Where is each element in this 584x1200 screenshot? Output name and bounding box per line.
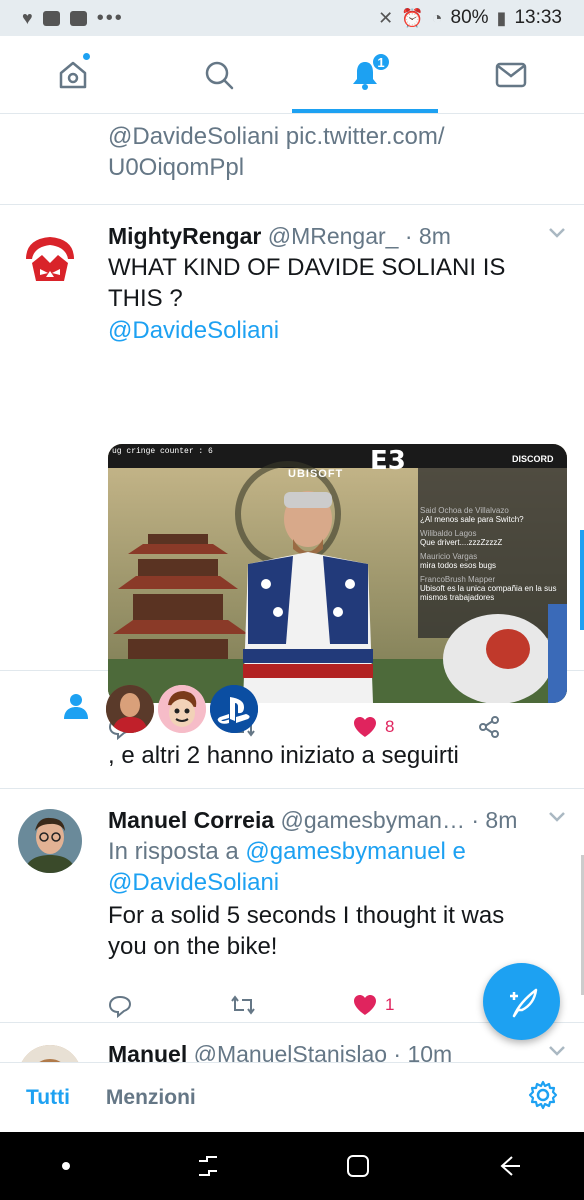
tweet-time: · 8m bbox=[404, 223, 451, 249]
tweet-header: MightyRengar @MRengar_ · 8m bbox=[108, 221, 564, 252]
facebook-icon bbox=[42, 10, 60, 26]
reply-context: In risposta a @gamesbymanuel e @DavideSo… bbox=[108, 836, 528, 898]
tweet-time: · 10m bbox=[393, 1041, 453, 1062]
wifi-icon: ◔ bbox=[431, 7, 443, 28]
avatar[interactable] bbox=[18, 229, 82, 293]
gallery-icon bbox=[69, 10, 87, 26]
ubisoft-logo: UBISOFT bbox=[288, 468, 344, 480]
author-handle[interactable]: @ManuelStanislao bbox=[194, 1041, 387, 1062]
more-notifications-icon: ••• bbox=[96, 6, 124, 29]
reply-mention[interactable]: @DavideSoliani bbox=[108, 869, 279, 896]
follow-text: , e altri 2 hanno iniziato a seguirti bbox=[108, 742, 459, 769]
chat-message: FrancoBrush Mapper Ubisoft es la unica co… bbox=[420, 575, 557, 602]
author-name[interactable]: MightyRengar bbox=[108, 223, 261, 249]
gear-icon bbox=[528, 1080, 558, 1109]
follower-avatar[interactable] bbox=[210, 685, 258, 733]
tab-mentions[interactable]: Menzioni bbox=[106, 1086, 196, 1110]
partial-tweet-text: @DavideSoliani pic.twitter.com/ U0OiqomP… bbox=[108, 121, 488, 183]
avatar-logo-image bbox=[18, 229, 82, 293]
alarm-icon: ⏰ bbox=[401, 7, 424, 28]
system-status: ✕ ⏰ ◔ 80% ▮ 13:33 bbox=[378, 7, 562, 29]
chevron-down-icon[interactable] bbox=[548, 811, 566, 823]
reply-mention[interactable]: @gamesbymanuel bbox=[245, 838, 445, 865]
tweet-header: Manuel Correia @gamesbyman… · 8m bbox=[108, 805, 564, 836]
tab-all[interactable]: Tutti bbox=[26, 1086, 70, 1110]
overlay-counter: ug cringe counter : 6 bbox=[112, 447, 213, 456]
screen: ♥ ••• ✕ ⏰ ◔ 80% ▮ 13:33 1 @DavideSoliani… bbox=[0, 0, 584, 1200]
tab-search[interactable] bbox=[146, 36, 292, 113]
partial-tweet[interactable]: @DavideSoliani pic.twitter.com/ U0OiqomP… bbox=[0, 115, 584, 205]
chat-message: Wilibaldo Lagos Que drivert....zzzZzzzZ bbox=[420, 529, 503, 547]
tweet-mightyrengar[interactable]: MightyRengar @MRengar_ · 8m WHAT KIND OF… bbox=[0, 205, 584, 740]
avatar[interactable] bbox=[18, 1045, 82, 1062]
partial-mention[interactable]: @DavideSoliani bbox=[108, 123, 279, 150]
reply-and: e bbox=[452, 838, 466, 865]
person-icon bbox=[64, 694, 88, 719]
follower-avatar[interactable] bbox=[158, 685, 206, 733]
chat-message: Said Ochoa de Villalvazo ¿Al menos sale p… bbox=[420, 506, 524, 524]
mail-icon bbox=[495, 62, 527, 87]
mute-icon: ✕ bbox=[378, 7, 394, 28]
compose-tweet-button[interactable] bbox=[483, 963, 560, 1040]
scrollbar-thumb[interactable] bbox=[580, 530, 584, 630]
compose-feather-icon bbox=[509, 988, 537, 1017]
follower-avatar[interactable] bbox=[106, 685, 154, 733]
tweet-time: · 8m bbox=[471, 807, 518, 833]
author-handle[interactable]: @MRengar_ bbox=[268, 223, 399, 249]
tweet-text: For a solid 5 seconds I thought it was y… bbox=[108, 902, 505, 960]
tab-messages[interactable] bbox=[438, 36, 584, 113]
tweet-actions: 1 bbox=[108, 994, 508, 1024]
reply-button[interactable] bbox=[108, 994, 132, 1018]
follow-notification[interactable]: , e altri 2 hanno iniziato a seguirti bbox=[0, 671, 584, 789]
author-handle[interactable]: @gamesbyman… bbox=[281, 807, 465, 833]
tab-home[interactable] bbox=[0, 36, 146, 113]
back-icon[interactable] bbox=[494, 1151, 524, 1181]
home-button-icon[interactable] bbox=[343, 1151, 373, 1181]
chevron-down-icon[interactable] bbox=[548, 227, 566, 239]
discord-logo: DISCORD bbox=[512, 454, 554, 464]
author-name[interactable]: Manuel bbox=[108, 1041, 187, 1062]
home-new-dot bbox=[83, 53, 90, 60]
home-icon bbox=[59, 61, 87, 88]
chevron-down-icon[interactable] bbox=[548, 1045, 566, 1057]
chat-overlay: Said Ochoa de Villalvazo ¿Al menos sale p… bbox=[420, 506, 565, 602]
recent-apps-icon[interactable] bbox=[193, 1151, 223, 1181]
follower-photo-image bbox=[106, 685, 154, 733]
tweet-text: WHAT KIND OF DAVIDE SOLIANI IS THIS ? bbox=[108, 254, 506, 312]
tweet-mention[interactable]: @DavideSoliani bbox=[108, 315, 279, 346]
search-icon bbox=[205, 61, 234, 89]
battery-icon: ▮ bbox=[496, 7, 507, 28]
heart-icon: ♥ bbox=[22, 7, 33, 28]
playstation-logo-image bbox=[210, 685, 258, 733]
author-name[interactable]: Manuel Correia bbox=[108, 807, 274, 833]
avatar[interactable] bbox=[18, 809, 82, 873]
notification-icons: ♥ ••• bbox=[22, 7, 124, 30]
chat-message: Mauricio Vargas mira todos esos bugs bbox=[420, 552, 497, 570]
settings-button[interactable] bbox=[528, 1080, 558, 1116]
notification-filter-tabs: Tutti Menzioni bbox=[0, 1062, 584, 1132]
dot-icon[interactable] bbox=[60, 1160, 72, 1172]
avatar-photo-image bbox=[18, 809, 82, 873]
system-nav-bar bbox=[0, 1132, 584, 1200]
retweet-icon bbox=[231, 995, 255, 1015]
clock: 13:33 bbox=[514, 7, 562, 28]
battery-level: 80% bbox=[450, 7, 489, 28]
like-button[interactable]: 1 bbox=[353, 994, 394, 1016]
reply-icon bbox=[108, 995, 132, 1018]
reply-prefix: In risposta a bbox=[108, 838, 239, 865]
status-bar: ♥ ••• ✕ ⏰ ◔ 80% ▮ 13:33 bbox=[0, 0, 584, 36]
tweet-header: Manuel @ManuelStanislao · 10m bbox=[108, 1039, 564, 1062]
e3-logo: E3 bbox=[370, 446, 406, 476]
notifications-feed[interactable]: @DavideSoliani pic.twitter.com/ U0OiqomP… bbox=[0, 115, 584, 1062]
heart-filled-icon bbox=[354, 995, 376, 1015]
like-count: 1 bbox=[385, 995, 395, 1014]
tweet-media-image[interactable]: ug cringe counter : 6 UBISOFT E3 DISCORD… bbox=[108, 444, 567, 703]
notifications-badge: 1 bbox=[371, 52, 391, 72]
top-nav: 1 bbox=[0, 36, 584, 114]
follower-cartoon-image bbox=[158, 685, 206, 733]
avatar-photo-image bbox=[18, 1045, 82, 1062]
retweet-button[interactable] bbox=[230, 994, 256, 1016]
tab-notifications[interactable]: 1 bbox=[292, 36, 438, 113]
